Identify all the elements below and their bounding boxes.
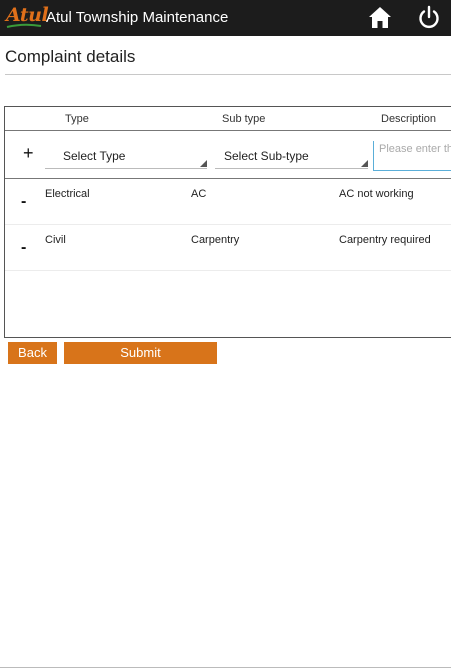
- row-description: AC not working: [339, 188, 414, 200]
- row-subtype: AC: [191, 188, 207, 200]
- bottom-divider: [0, 667, 451, 668]
- home-button[interactable]: [366, 4, 394, 32]
- dropdown-arrow-icon: [200, 160, 207, 167]
- header-description: Description: [381, 113, 437, 125]
- logo-swoosh-icon: [6, 23, 42, 28]
- row-type: Electrical: [45, 188, 90, 200]
- subtype-select-value: Select Sub-type: [224, 149, 309, 163]
- back-button[interactable]: Back: [8, 342, 57, 364]
- title-divider: [5, 74, 451, 75]
- header-subtype: Sub type: [222, 113, 266, 125]
- add-complaint-button[interactable]: +: [23, 144, 34, 162]
- type-select-value: Select Type: [63, 149, 126, 163]
- app-bar: Atul Atul Township Maintenance: [0, 0, 451, 36]
- dropdown-arrow-icon: [361, 160, 368, 167]
- header-divider: [5, 130, 451, 131]
- type-select[interactable]: Select Type: [45, 147, 207, 169]
- page-title: Complaint details: [5, 47, 136, 66]
- row-description: Carpentry required: [339, 234, 431, 246]
- logout-button[interactable]: [415, 4, 443, 32]
- table-row: - Civil Carpentry Carpentry required: [5, 225, 451, 271]
- row-type: Civil: [45, 234, 66, 246]
- row-subtype: Carpentry: [191, 234, 240, 246]
- description-input[interactable]: Please enter the details: [373, 141, 451, 171]
- home-icon: [369, 7, 391, 28]
- submit-button[interactable]: Submit: [64, 342, 217, 364]
- app-title: Atul Township Maintenance: [46, 9, 229, 26]
- table-row: - Electrical AC AC not working: [5, 179, 451, 225]
- header-type: Type: [65, 113, 89, 125]
- power-icon: [419, 5, 439, 29]
- complaint-table: Type Sub type Description + Select Type …: [4, 106, 451, 338]
- remove-row-button[interactable]: -: [21, 193, 26, 211]
- subtype-select[interactable]: Select Sub-type: [215, 147, 368, 169]
- remove-row-button[interactable]: -: [21, 239, 26, 257]
